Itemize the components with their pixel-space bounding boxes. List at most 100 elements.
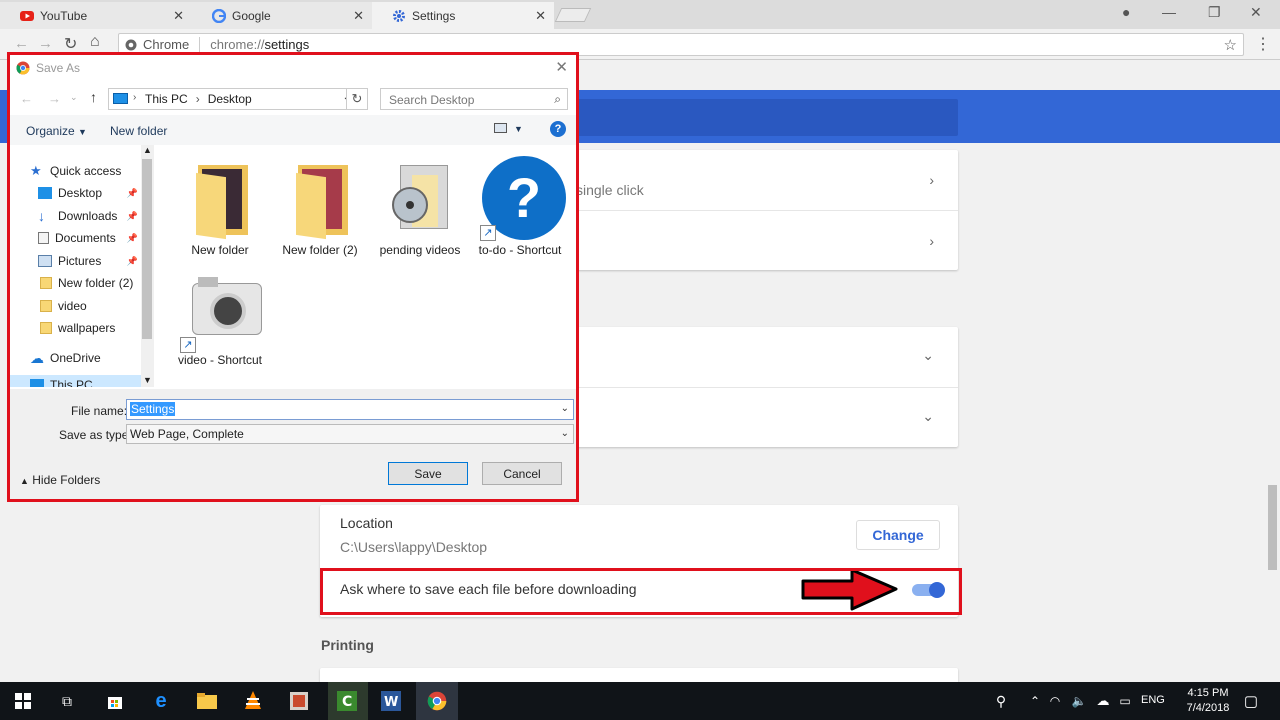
scrollbar-thumb[interactable] <box>1268 485 1277 570</box>
file-item[interactable]: ↗ video - Shortcut <box>170 269 270 367</box>
nav-item-downloads[interactable]: ↓ Downloads 📌 <box>38 206 138 226</box>
scroll-down-icon[interactable]: ▼ <box>143 375 152 385</box>
task-view-icon[interactable]: ⧉ <box>56 690 78 712</box>
new-tab-button[interactable] <box>554 8 592 22</box>
file-name-field[interactable]: Settings ⌄ <box>126 399 574 420</box>
forward-icon[interactable]: → <box>38 35 53 52</box>
help-shortcut-icon: ? ↗ <box>478 156 566 241</box>
hide-folders-button[interactable]: ▲ Hide Folders <box>20 473 100 487</box>
file-explorer-icon[interactable] <box>196 690 218 712</box>
close-icon[interactable]: ✕ <box>555 58 568 76</box>
nav-item-onedrive[interactable]: ☁ OneDrive <box>30 348 101 368</box>
nav-item-wallpapers[interactable]: wallpapers <box>40 318 115 338</box>
chevron-right-icon: › <box>929 172 934 188</box>
back-icon[interactable]: ← <box>20 91 33 106</box>
star-icon[interactable]: ☆ <box>1224 36 1237 54</box>
chrome-taskbar-icon[interactable] <box>426 690 448 712</box>
wifi-icon[interactable]: ◠ <box>1044 690 1066 712</box>
location-path: C:\Users\lappy\Desktop <box>340 539 488 555</box>
language-indicator[interactable]: ENG <box>1141 694 1165 706</box>
scroll-up-icon[interactable]: ▲ <box>143 145 152 155</box>
word-icon[interactable]: W <box>380 690 402 712</box>
dialog-address-bar[interactable]: › This PC › Desktop ⌄ <box>108 88 356 110</box>
view-icon[interactable] <box>494 123 507 133</box>
camtasia-icon[interactable]: C <box>336 690 358 712</box>
onedrive-tray-icon[interactable]: ☁ <box>1092 690 1114 712</box>
breadcrumb-this-pc[interactable]: This PC <box>145 92 188 106</box>
settings-search[interactable] <box>568 99 958 136</box>
recent-dropdown-icon[interactable]: ⌄ <box>70 92 78 103</box>
organize-button[interactable]: Organize ▼ <box>26 124 87 138</box>
pin-icon[interactable]: 📌 <box>127 256 138 267</box>
up-arrow-icon[interactable]: ↑ <box>90 89 97 105</box>
dialog-search-input[interactable]: Search Desktop ⌕ <box>380 88 568 110</box>
people-icon[interactable]: ⚲ <box>990 690 1012 712</box>
forward-icon[interactable]: → <box>48 91 61 106</box>
file-item[interactable]: ? ↗ to-do - Shortcut <box>470 156 570 257</box>
pin-icon[interactable]: 📌 <box>127 233 138 244</box>
file-label: pending videos <box>379 243 461 257</box>
minimize-icon[interactable]: — <box>1162 4 1176 20</box>
caret-up-icon: ▲ <box>20 476 29 486</box>
new-folder-button[interactable]: New folder <box>110 124 167 138</box>
taskbar-clock[interactable]: 4:15 PM 7/4/2018 <box>1180 686 1236 716</box>
close-icon[interactable]: ✕ <box>173 8 184 24</box>
cancel-button[interactable]: Cancel <box>482 462 562 485</box>
cloud-icon: ☁ <box>30 350 44 366</box>
close-icon[interactable]: ✕ <box>535 8 546 24</box>
profile-icon[interactable]: ● <box>1122 4 1130 20</box>
help-icon[interactable]: ? <box>550 121 566 137</box>
save-type-select[interactable]: Web Page, Complete ⌄ <box>126 424 574 444</box>
save-button[interactable]: Save <box>388 462 468 485</box>
nav-item-label: video <box>58 299 87 313</box>
restore-icon[interactable]: ❐ <box>1208 4 1221 21</box>
folder-icon <box>178 159 262 240</box>
search-icon: ⌕ <box>554 92 561 106</box>
nav-item-label: New folder (2) <box>58 276 134 290</box>
nav-item-pictures[interactable]: Pictures 📌 <box>38 251 138 271</box>
nav-item-quick-access[interactable]: ★ Quick access <box>30 161 121 181</box>
nav-item-desktop[interactable]: Desktop 📌 <box>38 183 138 203</box>
nav-item-this-pc[interactable]: This PC <box>10 375 141 387</box>
notifications-icon[interactable]: ▢ <box>1240 690 1262 712</box>
tab-settings[interactable]: Settings ✕ <box>372 2 554 29</box>
close-icon[interactable]: ✕ <box>353 8 364 24</box>
refresh-icon[interactable]: ↻ <box>346 88 368 110</box>
file-item[interactable]: New folder (2) <box>270 159 370 257</box>
windows-start-icon[interactable] <box>12 690 34 712</box>
powerpoint-icon[interactable] <box>288 690 310 712</box>
breadcrumb-desktop[interactable]: Desktop <box>208 92 252 106</box>
pin-icon[interactable]: 📌 <box>127 188 138 199</box>
omnibox-divider <box>199 37 201 52</box>
volume-icon[interactable]: 🔈 <box>1068 690 1090 712</box>
caret-down-icon: ▼ <box>78 127 87 137</box>
page-scrollbar[interactable] <box>1265 143 1280 683</box>
battery-icon[interactable]: ▭ <box>1114 690 1136 712</box>
nav-item-documents[interactable]: Documents 📌 <box>38 228 138 248</box>
file-item[interactable]: pending videos <box>370 159 470 257</box>
save-type-value: Web Page, Complete <box>130 427 244 441</box>
reload-icon[interactable]: ↻ <box>64 34 77 54</box>
change-button[interactable]: Change <box>856 520 940 550</box>
menu-icon[interactable]: ⋮ <box>1255 34 1271 54</box>
pin-icon[interactable]: 📌 <box>127 211 138 222</box>
file-item[interactable]: New folder <box>170 159 270 257</box>
nav-item-new-folder-2[interactable]: New folder (2) <box>40 273 133 293</box>
save-as-dialog: Save As ✕ ← → ⌄ ↑ › This PC › Desktop ⌄ … <box>7 52 579 502</box>
tray-expand-icon[interactable]: ⌃ <box>1024 690 1046 712</box>
caret-down-icon[interactable]: ▼ <box>514 124 523 134</box>
close-window-icon[interactable]: ✕ <box>1250 4 1262 21</box>
chevron-down-icon[interactable]: ⌄ <box>561 403 569 414</box>
vlc-icon[interactable] <box>242 690 264 712</box>
back-icon[interactable]: ← <box>14 35 29 52</box>
search-placeholder: Search Desktop <box>389 93 475 107</box>
nav-item-video[interactable]: video <box>40 296 87 316</box>
nav-scrollbar[interactable]: ▲ ▼ <box>141 145 154 387</box>
home-icon[interactable]: ⌂ <box>90 33 100 51</box>
edge-icon[interactable]: e <box>150 690 172 712</box>
tab-google[interactable]: Google ✕ <box>192 2 372 29</box>
scroll-thumb[interactable] <box>142 159 152 339</box>
tab-youtube[interactable]: YouTube ✕ <box>0 2 192 29</box>
dialog-titlebar[interactable]: Save As ✕ <box>10 55 576 81</box>
store-icon[interactable] <box>104 690 126 712</box>
